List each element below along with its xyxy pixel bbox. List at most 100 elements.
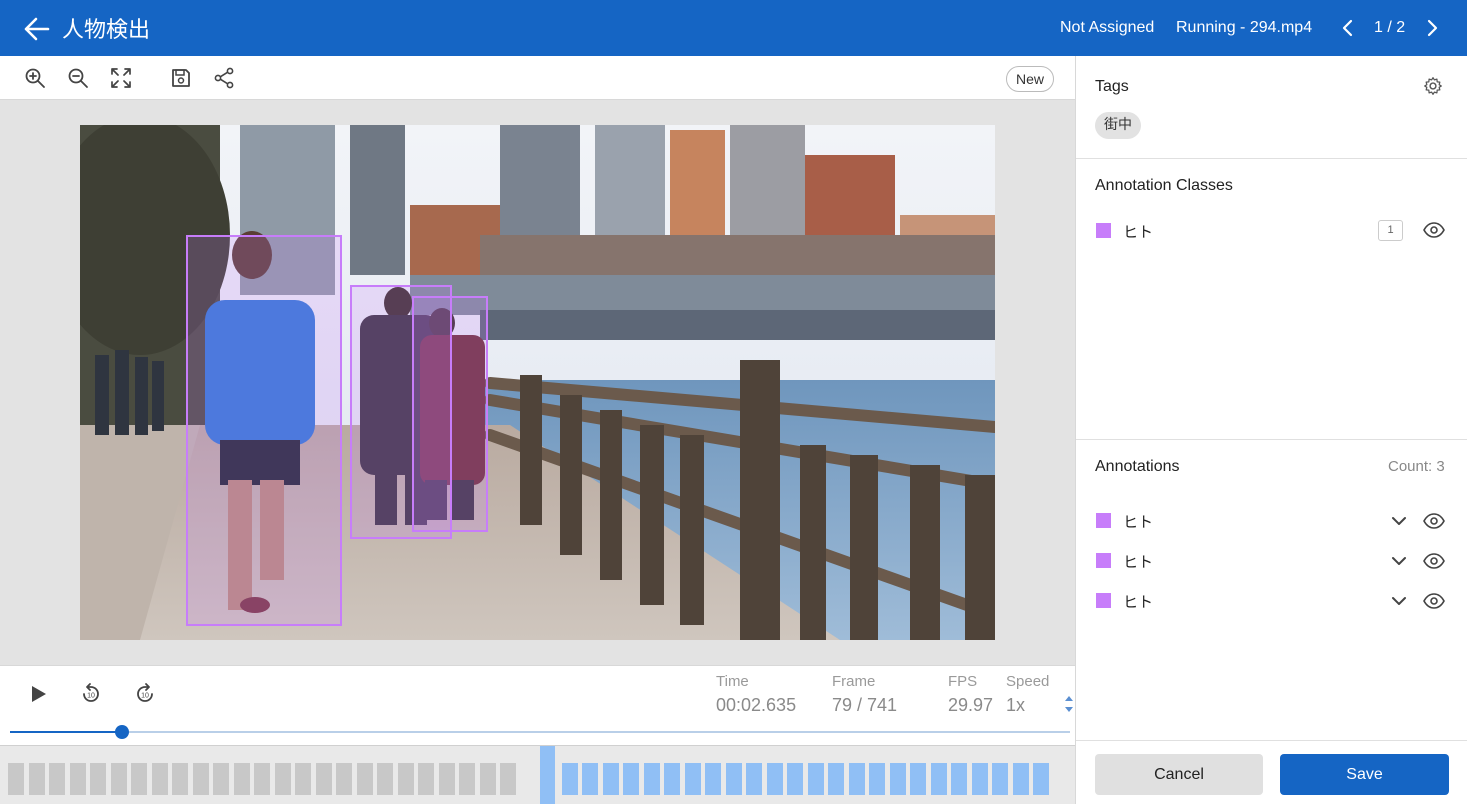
keyframe-segment[interactable] [28,763,45,795]
keyframe-segment[interactable] [438,763,455,795]
keyframe-segment[interactable] [582,763,598,795]
keyframe-segment[interactable] [1012,763,1029,795]
scrubber-progress [10,731,122,733]
keyframe-segment[interactable] [910,763,926,795]
keyframe-segment[interactable] [110,763,127,795]
speed-stepper-icon[interactable] [1063,694,1075,714]
keyframe-segment[interactable] [869,763,885,795]
cancel-button[interactable]: Cancel [1095,754,1263,795]
play-icon[interactable] [26,682,50,706]
keyframe-segment[interactable] [971,763,988,795]
eye-icon[interactable] [1423,222,1445,238]
gear-icon[interactable] [1423,76,1443,96]
keyframe-segment[interactable] [766,763,783,795]
eye-icon[interactable] [1423,553,1445,569]
chevron-down-icon[interactable] [1391,555,1407,567]
keyframe-strip[interactable] [0,745,1075,804]
zoom-out-icon[interactable] [67,67,89,89]
keyframe-segment[interactable] [951,763,967,795]
forward-10-icon[interactable]: 10 [133,682,157,706]
keyframe-segment[interactable] [889,763,906,795]
keyframe-segment[interactable] [930,763,947,795]
zoom-in-icon[interactable] [24,67,46,89]
keyframe-cursor[interactable] [540,746,555,804]
keyframe-segment[interactable] [172,763,188,795]
keyframe-segment[interactable] [192,763,209,795]
scrubber-track[interactable] [10,731,1070,733]
keyframe-segment[interactable] [459,763,475,795]
section-divider [1076,158,1467,159]
keyframe-segment[interactable] [213,763,229,795]
eye-icon[interactable] [1423,513,1445,529]
keyframe-segment[interactable] [746,763,762,795]
keyframe-segment[interactable] [356,763,373,795]
annotation-bbox[interactable] [412,296,488,532]
eye-icon[interactable] [1423,593,1445,609]
keyframe-segment[interactable] [295,763,311,795]
save-button[interactable]: Save [1280,754,1449,795]
chevron-down-icon[interactable] [1391,595,1407,607]
keyframe-segment[interactable] [254,763,270,795]
keyframe-segment[interactable] [397,763,414,795]
chevron-left-icon[interactable] [1338,18,1358,38]
keyframe-segment[interactable] [315,763,332,795]
back-arrow-icon[interactable] [22,16,50,42]
keyframe-segment[interactable] [561,763,578,795]
keyframe-segment[interactable] [8,763,24,795]
chevron-right-icon[interactable] [1422,18,1442,38]
keyframe-segment[interactable] [90,763,106,795]
tag-chip[interactable]: 街中 [1095,112,1141,139]
page-title: 人物検出 [62,18,151,43]
keyframe-segment[interactable] [377,763,393,795]
keyframe-segment[interactable] [643,763,660,795]
keyframe-segment[interactable] [151,763,168,795]
keyframe-segment[interactable] [992,763,1008,795]
keyframe-segment[interactable] [602,763,619,795]
annotation-color-swatch [1096,553,1111,568]
annotation-color-swatch [1096,593,1111,608]
keyframe-segment[interactable] [1033,763,1049,795]
speed-label: Speed [1006,673,1050,690]
keyframe-segment[interactable] [336,763,352,795]
keyframe-segment[interactable] [131,763,147,795]
keyframe-segment[interactable] [49,763,65,795]
keyframe-segment[interactable] [684,763,701,795]
speed-value[interactable]: 1x [1006,695,1025,716]
job-status: Running - 294.mp4 [1176,19,1313,36]
rewind-10-icon[interactable]: 10 [79,682,103,706]
annotation-bbox[interactable] [186,235,342,626]
new-button[interactable]: New [1006,66,1055,92]
save-icon[interactable] [170,67,192,89]
keyframe-segment[interactable] [705,763,721,795]
keyframe-segment[interactable] [233,763,250,795]
keyframe-segment[interactable] [500,763,516,795]
keyframe-segment[interactable] [418,763,434,795]
time-label: Time [716,673,749,690]
keyframe-segment[interactable] [807,763,824,795]
frame-label: Frame [832,673,876,690]
keyframe-segment[interactable] [848,763,865,795]
scrubber-handle[interactable] [115,725,129,739]
player-controls: 10 10 Time 00:02.635 Frame 79 / 741 FPS … [0,665,1075,721]
keyframe-segment[interactable] [69,763,86,795]
keyframe-segment[interactable] [725,763,742,795]
fullscreen-icon[interactable] [110,67,132,89]
annotation-label: ヒト [1123,593,1154,611]
keyframe-segment[interactable] [479,763,496,795]
video-frame[interactable] [80,125,995,640]
svg-text:10: 10 [141,693,149,700]
fps-value: 29.97 [948,695,994,715]
chevron-down-icon[interactable] [1391,515,1407,527]
keyframe-segment[interactable] [828,763,844,795]
keyframe-segment[interactable] [664,763,680,795]
timeline-scrubber[interactable] [0,721,1075,745]
keyframe-segment[interactable] [274,763,291,795]
assignee-status[interactable]: Not Assigned [1060,19,1154,37]
keyframe-segment[interactable] [623,763,639,795]
annotation-label: ヒト [1123,553,1154,571]
frame-value: 79 / 741 [832,695,898,715]
class-label: ヒト [1123,223,1154,241]
keyframe-segment[interactable] [787,763,803,795]
share-icon[interactable] [213,67,235,89]
annotation-canvas[interactable] [0,100,1075,665]
